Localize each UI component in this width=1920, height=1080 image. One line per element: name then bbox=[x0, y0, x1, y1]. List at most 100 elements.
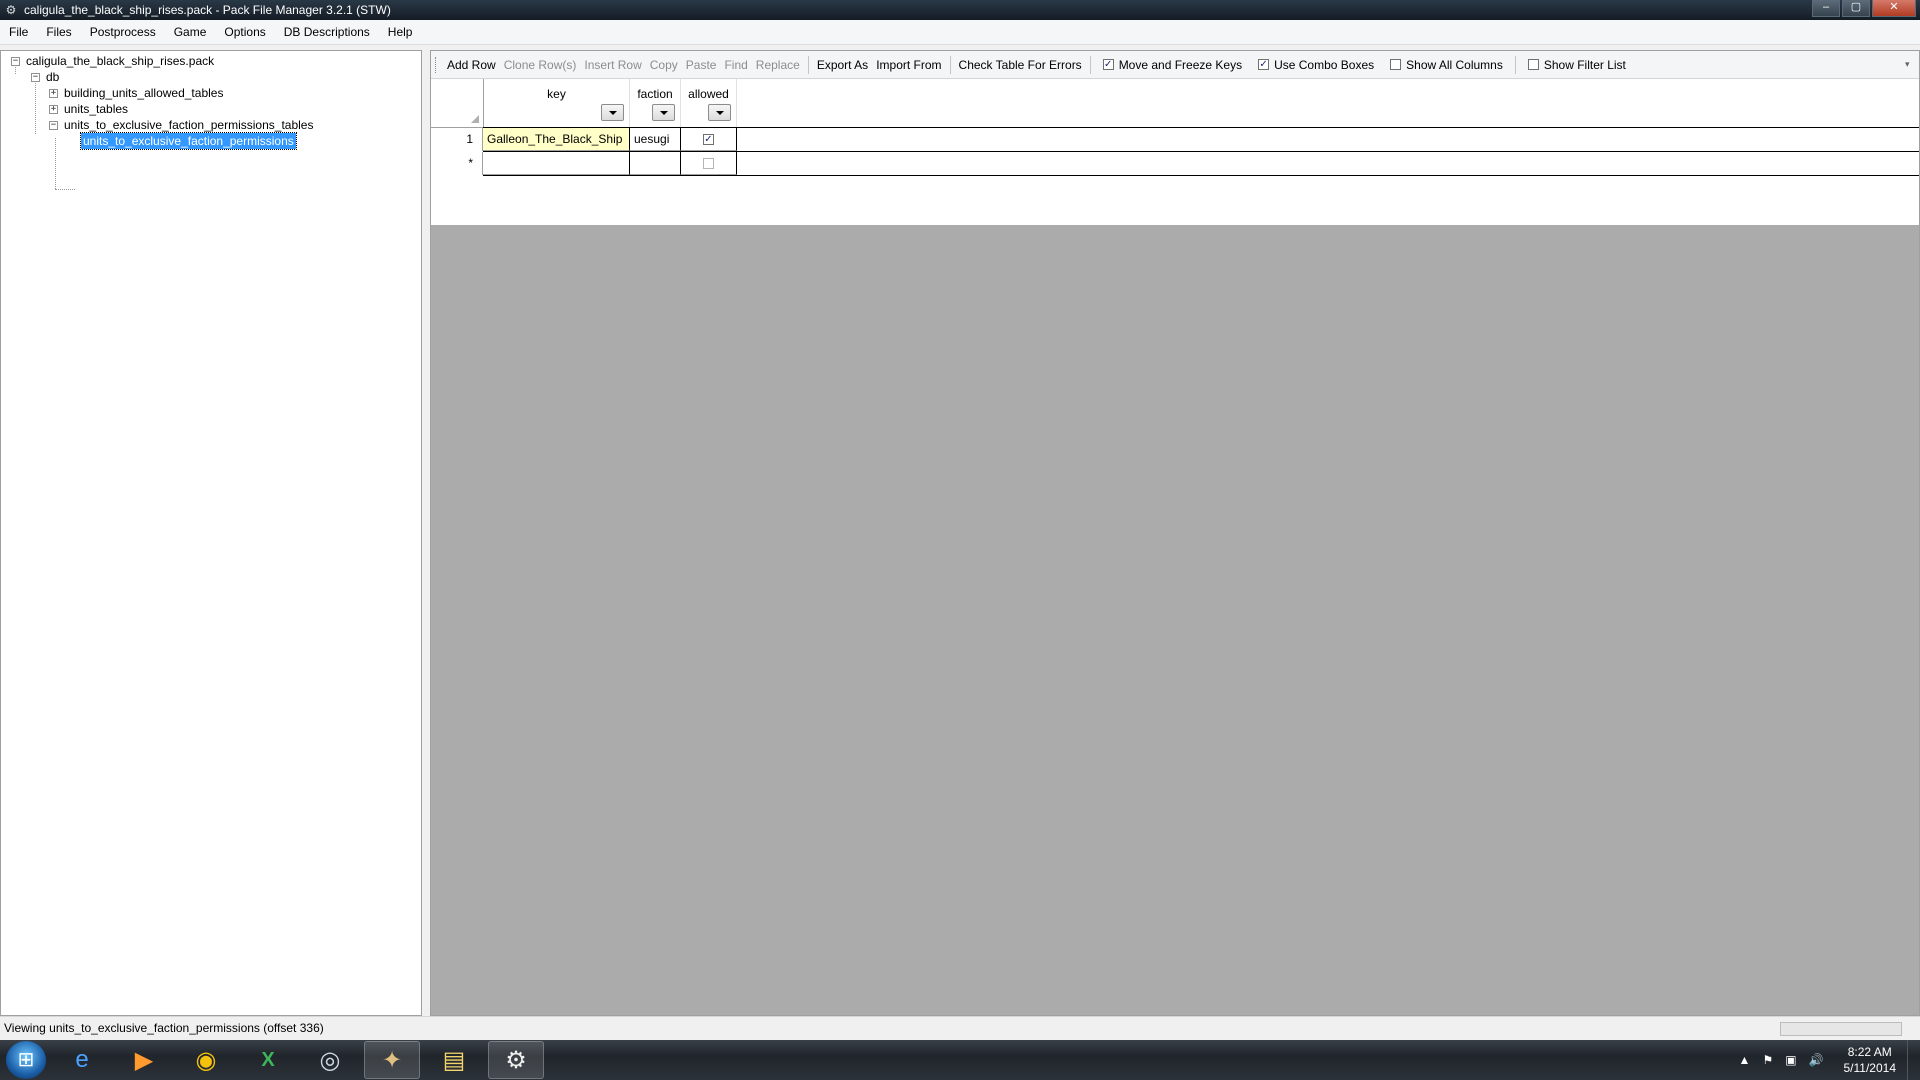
clock-time: 8:22 AM bbox=[1847, 1045, 1892, 1059]
toolbar-separator bbox=[807, 55, 809, 74]
filter-dropdown-button[interactable] bbox=[708, 104, 731, 121]
show-all-columns-checkbox[interactable]: Show All Columns bbox=[1390, 58, 1503, 72]
toolbar-separator bbox=[949, 55, 951, 74]
clock[interactable]: 8:22 AM 5/11/2014 bbox=[1844, 1044, 1897, 1076]
insert-row-button[interactable]: Insert Row bbox=[581, 55, 644, 75]
collapse-icon[interactable]: − bbox=[11, 56, 20, 66]
tree-node-units-tables[interactable]: + units_tables bbox=[49, 101, 128, 117]
filter-dropdown-button[interactable] bbox=[601, 104, 624, 121]
column-header-faction[interactable]: faction bbox=[630, 79, 681, 127]
table-row[interactable]: 1 Galleon_The_Black_Ship uesugi ✓ bbox=[431, 128, 1919, 151]
pack-tree-view[interactable]: − caligula_the_black_ship_rises.pack − d… bbox=[0, 50, 422, 1016]
pack-manager-icon[interactable]: ✦ bbox=[364, 1041, 420, 1079]
checkbox-label: Show All Columns bbox=[1406, 57, 1503, 72]
menu-game[interactable]: Game bbox=[165, 20, 216, 44]
grid-line bbox=[483, 175, 1919, 176]
cell-faction[interactable]: uesugi bbox=[630, 128, 681, 151]
checkbox-unchecked-icon[interactable] bbox=[1527, 59, 1539, 70]
close-button[interactable]: ✕ bbox=[1872, 0, 1916, 17]
checkbox-checked-icon[interactable]: ✓ bbox=[703, 133, 714, 145]
expand-icon[interactable]: + bbox=[49, 88, 58, 98]
status-text: Viewing units_to_exclusive_faction_permi… bbox=[4, 1021, 324, 1035]
collapse-icon[interactable]: − bbox=[49, 120, 58, 130]
column-header-key[interactable]: key bbox=[484, 79, 630, 127]
gear-app-icon[interactable]: ⚙ bbox=[488, 1041, 544, 1079]
menu-file[interactable]: File bbox=[0, 20, 37, 44]
windows-start-icon[interactable]: ⊞ bbox=[6, 1041, 46, 1079]
menu-help[interactable]: Help bbox=[379, 20, 422, 44]
tree-node-pack[interactable]: − caligula_the_black_ship_rises.pack bbox=[11, 53, 214, 69]
chrome-icon[interactable]: ◉ bbox=[178, 1041, 234, 1079]
collapse-icon[interactable]: − bbox=[31, 72, 40, 82]
toolbar-separator bbox=[1089, 55, 1091, 74]
import-from-button[interactable]: Import From bbox=[873, 55, 944, 75]
cell-key[interactable]: Galleon_The_Black_Ship bbox=[483, 128, 630, 151]
export-as-button[interactable]: Export As bbox=[814, 55, 871, 75]
network-icon[interactable]: ▣ bbox=[1785, 1053, 1796, 1067]
gear-icon: ⚙ bbox=[5, 3, 17, 17]
cell-faction-new[interactable] bbox=[630, 152, 681, 175]
action-center-flag-icon[interactable]: ⚑ bbox=[1762, 1053, 1773, 1067]
menu-bar: File Files Postprocess Game Options DB D… bbox=[0, 20, 1920, 45]
db-editor-panel: Add Row Clone Row(s) Insert Row Copy Pas… bbox=[430, 50, 1920, 1016]
status-bar: Viewing units_to_exclusive_faction_permi… bbox=[0, 1016, 1920, 1039]
menu-files[interactable]: Files bbox=[37, 20, 80, 44]
panel-splitter[interactable] bbox=[422, 50, 430, 1016]
new-row-marker[interactable]: * bbox=[431, 152, 483, 175]
move-and-freeze-keys-checkbox[interactable]: ✓ Move and Freeze Keys bbox=[1102, 57, 1243, 72]
expand-icon[interactable]: + bbox=[49, 104, 58, 114]
row-number[interactable]: 1 bbox=[431, 128, 483, 151]
tree-node-label: db bbox=[46, 70, 60, 84]
column-header-allowed[interactable]: allowed bbox=[681, 79, 737, 127]
cell-key-new[interactable] bbox=[483, 152, 630, 175]
checkbox-checked-icon[interactable]: ✓ bbox=[1102, 59, 1114, 70]
check-table-for-errors-button[interactable]: Check Table For Errors bbox=[956, 55, 1085, 75]
cell-allowed[interactable]: ✓ bbox=[681, 128, 737, 151]
tree-node-label: units_tables bbox=[64, 102, 129, 116]
paste-button[interactable]: Paste bbox=[683, 55, 720, 75]
clone-rows-button[interactable]: Clone Row(s) bbox=[501, 55, 580, 75]
tree-node-selected-table[interactable]: units_to_exclusive_faction_permissions bbox=[80, 132, 297, 150]
toolbar-grip[interactable] bbox=[435, 56, 439, 73]
use-combo-boxes-checkbox[interactable]: ✓ Use Combo Boxes bbox=[1258, 58, 1374, 72]
editor-toolbar: Add Row Clone Row(s) Insert Row Copy Pas… bbox=[431, 51, 1919, 79]
maximize-button[interactable]: ▢ bbox=[1842, 0, 1870, 17]
volume-icon[interactable]: 🔊 bbox=[1809, 1053, 1824, 1067]
checkbox-unchecked-icon[interactable] bbox=[1390, 59, 1402, 70]
toolbar-separator bbox=[1514, 55, 1516, 74]
replace-button[interactable]: Replace bbox=[753, 55, 803, 75]
find-button[interactable]: Find bbox=[721, 55, 750, 75]
show-filter-list-checkbox[interactable]: Show Filter List bbox=[1527, 57, 1626, 72]
grid-header: key faction allowed bbox=[431, 79, 1919, 128]
column-label: faction bbox=[637, 87, 673, 101]
taskbar: ⊞ e ▶ ◉ X ◎ ✦ ▤ ⚙ ▲ ⚑ ▣ 🔊 8:22 AM 5/11/2… bbox=[0, 1040, 1920, 1080]
file-explorer-icon[interactable]: ▤ bbox=[426, 1041, 482, 1079]
menu-postprocess[interactable]: Postprocess bbox=[81, 20, 165, 44]
excel-icon[interactable]: X bbox=[240, 1041, 296, 1079]
tree-node-label: units_to_exclusive_faction_permissions_t… bbox=[64, 118, 314, 132]
checkbox-checked-icon[interactable]: ✓ bbox=[1258, 59, 1270, 70]
data-grid[interactable]: key faction allowed 1 Galleon_The_Black_… bbox=[431, 79, 1919, 225]
steam-icon[interactable]: ◎ bbox=[302, 1041, 358, 1079]
tree-node-units-to-exclusive-faction-permissions-tables[interactable]: − units_to_exclusive_faction_permissions… bbox=[49, 117, 313, 133]
media-player-icon[interactable]: ▶ bbox=[116, 1041, 172, 1079]
internet-explorer-icon[interactable]: e bbox=[54, 1041, 110, 1079]
copy-button[interactable]: Copy bbox=[647, 55, 681, 75]
minimize-button[interactable]: – bbox=[1812, 0, 1840, 17]
tree-node-db[interactable]: − db bbox=[31, 69, 59, 85]
filter-dropdown-button[interactable] bbox=[652, 104, 675, 121]
tree-node-label: units_to_exclusive_faction_permissions bbox=[80, 132, 297, 150]
show-hidden-icons-icon[interactable]: ▲ bbox=[1739, 1053, 1751, 1067]
checkbox-label: Move and Freeze Keys bbox=[1118, 57, 1243, 72]
checkbox-unchecked-icon[interactable] bbox=[703, 157, 714, 169]
new-row[interactable]: * bbox=[431, 152, 1919, 175]
menu-db-descriptions[interactable]: DB Descriptions bbox=[275, 20, 379, 44]
add-row-button[interactable]: Add Row bbox=[444, 55, 499, 75]
toolbar-overflow-icon[interactable]: ▾ bbox=[1905, 59, 1915, 71]
menu-options[interactable]: Options bbox=[215, 20, 274, 44]
show-desktop-button[interactable] bbox=[1907, 1040, 1920, 1080]
cell-allowed-new[interactable] bbox=[681, 152, 737, 175]
row-header-column bbox=[431, 79, 484, 127]
checkbox-label: Show Filter List bbox=[1543, 57, 1626, 72]
tree-node-building-units-allowed-tables[interactable]: + building_units_allowed_tables bbox=[49, 85, 223, 101]
